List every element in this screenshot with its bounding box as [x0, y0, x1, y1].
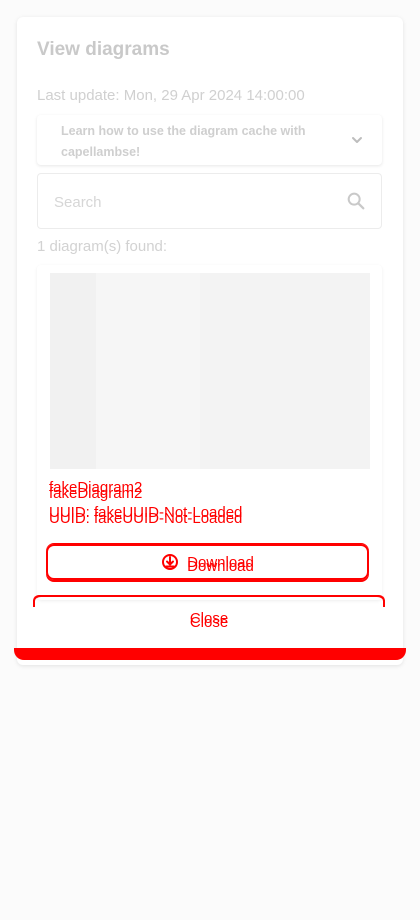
diagram-card: fakeDiagram2 UUID: fakeUUID-Not-Loaded D… — [37, 265, 382, 600]
diagram-uuid: UUID: fakeUUID-Not-Loaded — [49, 504, 243, 521]
last-update-text: Last update: Mon, 29 Apr 2024 14:00:00 — [37, 87, 305, 104]
diagram-name: fakeDiagram2 — [49, 479, 143, 496]
download-button-content: Download — [48, 546, 367, 578]
search-field[interactable] — [37, 173, 382, 229]
download-button[interactable]: Download — [46, 544, 369, 580]
dialog-title: View diagrams — [37, 39, 170, 60]
close-label: Close — [189, 610, 229, 627]
download-label: Download — [187, 553, 254, 571]
accordion-title: Learn how to use the diagram cache with … — [61, 124, 306, 159]
diagram-thumbnail[interactable] — [50, 273, 370, 469]
diagram-count-text: 1 diagram(s) found: — [37, 238, 168, 255]
chevron-down-icon — [352, 137, 362, 143]
search-icon[interactable] — [345, 190, 367, 212]
download-icon — [162, 554, 179, 570]
dialog-footer-bar — [14, 648, 406, 660]
thumbnail-left-region — [50, 273, 96, 469]
diagram-cache-help-accordion[interactable]: Learn how to use the diagram cache with … — [37, 115, 382, 165]
close-button[interactable]: Close — [33, 595, 385, 631]
view-diagrams-dialog: View diagrams Last update: Mon, 29 Apr 2… — [17, 17, 403, 665]
search-input[interactable] — [52, 190, 326, 214]
thumbnail-right-region — [200, 273, 370, 469]
